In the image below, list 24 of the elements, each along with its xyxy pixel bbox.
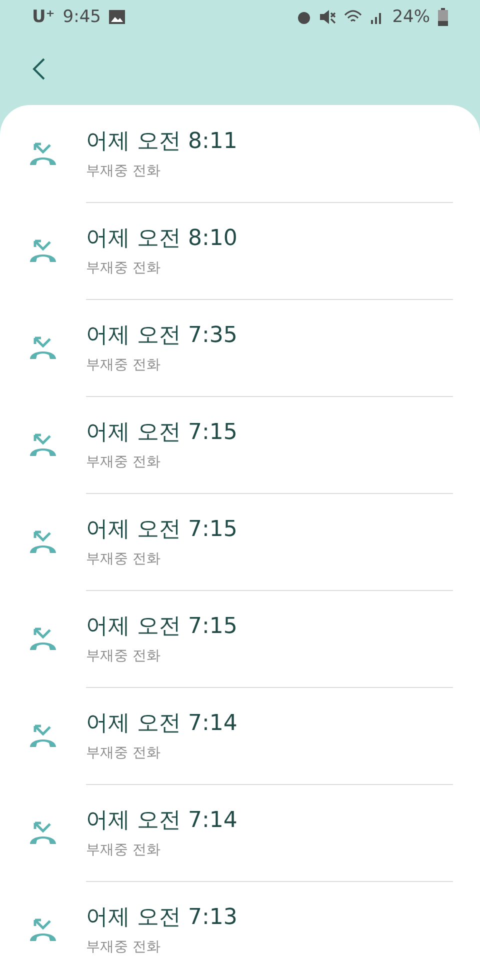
- call-time[interactable]: 어제 오전 8:10: [86, 223, 453, 253]
- call-time[interactable]: 어제 오전 8:11: [86, 126, 453, 156]
- image-icon: [108, 10, 125, 24]
- clock: 9:45: [62, 6, 101, 27]
- call-time[interactable]: 어제 오전 7:15: [86, 417, 453, 447]
- call-type: 부재중 전화: [86, 259, 162, 277]
- call-type: 부재중 전화: [86, 162, 162, 180]
- call-time[interactable]: 어제 오전 7:15: [86, 611, 453, 641]
- call-type: 부재중 전화: [86, 744, 162, 762]
- battery-percent: 24%: [392, 6, 430, 27]
- carrier-label: U⁺: [32, 6, 55, 27]
- call-type: 부재중 전화: [86, 356, 162, 374]
- mute-icon: [320, 8, 336, 25]
- call-time[interactable]: 어제 오전 7:15: [86, 514, 453, 544]
- call-type: 부재중 전화: [86, 938, 162, 956]
- battery-icon: [438, 8, 448, 26]
- call-time[interactable]: 어제 오전 7:14: [86, 805, 453, 835]
- call-time[interactable]: 어제 오전 7:35: [86, 320, 453, 350]
- call-type: 부재중 전화: [86, 453, 162, 471]
- call-type: 부재중 전화: [86, 647, 162, 665]
- call-type: 부재중 전화: [86, 550, 162, 568]
- call-time[interactable]: 어제 오전 7:13: [86, 902, 453, 932]
- call-time[interactable]: 어제 오전 7:14: [86, 708, 453, 738]
- call-type: 부재중 전화: [86, 841, 162, 859]
